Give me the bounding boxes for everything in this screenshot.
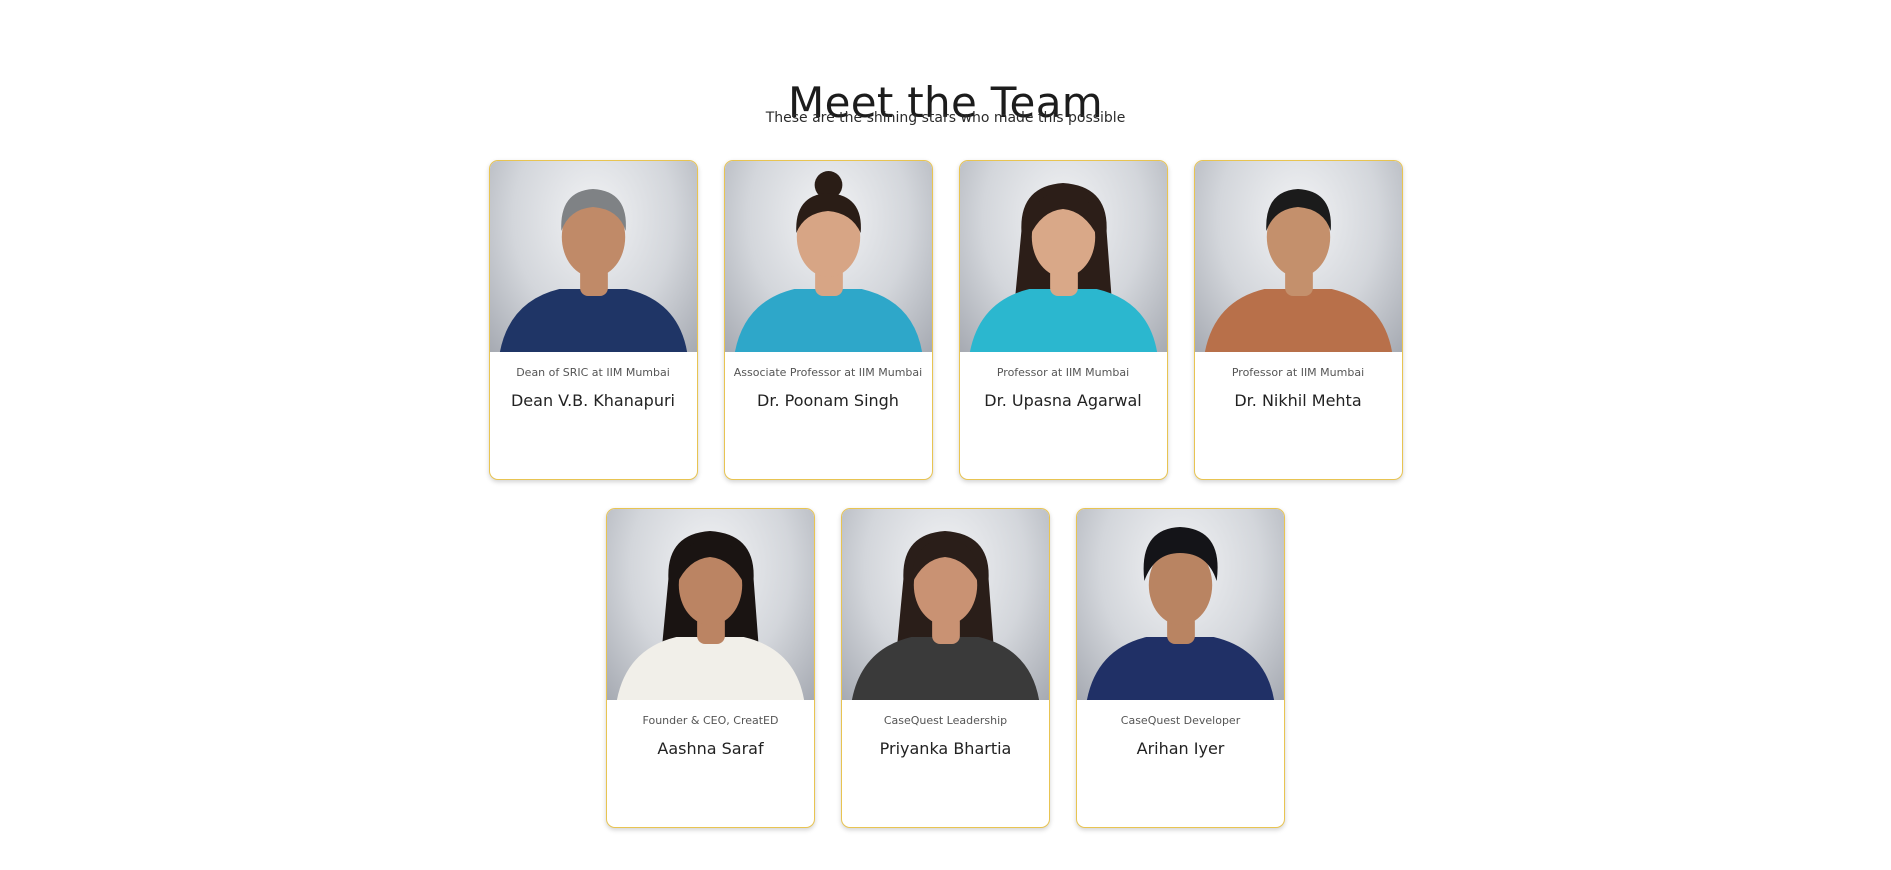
member-role: Founder & CEO, CreatED bbox=[642, 714, 779, 727]
team-card[interactable]: Professor at IIM Mumbai Dr. Upasna Agarw… bbox=[958, 160, 1168, 480]
team-row-1: Dean of SRIC at IIM Mumbai Dean V.B. Kha… bbox=[0, 160, 1891, 480]
member-role: CaseQuest Leadership bbox=[883, 714, 1008, 727]
member-photo bbox=[959, 161, 1167, 352]
member-name: Dr. Nikhil Mehta bbox=[1234, 391, 1362, 410]
portrait-graphic bbox=[499, 189, 687, 352]
portrait-graphic bbox=[969, 183, 1157, 352]
team-card[interactable]: Founder & CEO, CreatED Aashna Saraf bbox=[606, 508, 815, 828]
team-section: Meet the Team These are the shining star… bbox=[0, 0, 1891, 870]
member-photo bbox=[1194, 161, 1402, 352]
member-name: Aashna Saraf bbox=[657, 739, 764, 758]
member-name: Priyanka Bhartia bbox=[879, 739, 1012, 758]
team-card[interactable]: CaseQuest Leadership Priyanka Bhartia bbox=[841, 508, 1050, 828]
member-photo bbox=[607, 509, 814, 700]
member-name: Arihan Iyer bbox=[1136, 739, 1225, 758]
member-photo bbox=[489, 161, 697, 352]
portrait-graphic bbox=[1086, 527, 1275, 700]
member-photo bbox=[1077, 509, 1284, 700]
page-subtitle: These are the shining stars who made thi… bbox=[765, 110, 1126, 126]
member-role: Dean of SRIC at IIM Mumbai bbox=[516, 366, 670, 379]
member-name: Dr. Upasna Agarwal bbox=[984, 391, 1142, 410]
portrait-graphic bbox=[1204, 189, 1392, 352]
member-role: CaseQuest Developer bbox=[1120, 714, 1241, 727]
member-role: Professor at IIM Mumbai bbox=[1231, 366, 1365, 379]
member-photo bbox=[842, 509, 1049, 700]
team-card[interactable]: Associate Professor at IIM Mumbai Dr. Po… bbox=[723, 160, 933, 480]
member-role: Associate Professor at IIM Mumbai bbox=[733, 366, 923, 379]
portrait-graphic bbox=[616, 531, 805, 700]
team-card[interactable]: Dean of SRIC at IIM Mumbai Dean V.B. Kha… bbox=[488, 160, 698, 480]
team-row-2: Founder & CEO, CreatED Aashna Saraf Case… bbox=[0, 508, 1891, 828]
member-name: Dean V.B. Khanapuri bbox=[510, 391, 675, 410]
member-name: Dr. Poonam Singh bbox=[757, 391, 899, 410]
portrait-graphic bbox=[851, 531, 1040, 700]
team-card[interactable]: CaseQuest Developer Arihan Iyer bbox=[1076, 508, 1285, 828]
team-card[interactable]: Professor at IIM Mumbai Dr. Nikhil Mehta bbox=[1193, 160, 1403, 480]
member-photo bbox=[724, 161, 932, 352]
member-role: Professor at IIM Mumbai bbox=[996, 366, 1130, 379]
portrait-graphic bbox=[734, 171, 922, 352]
